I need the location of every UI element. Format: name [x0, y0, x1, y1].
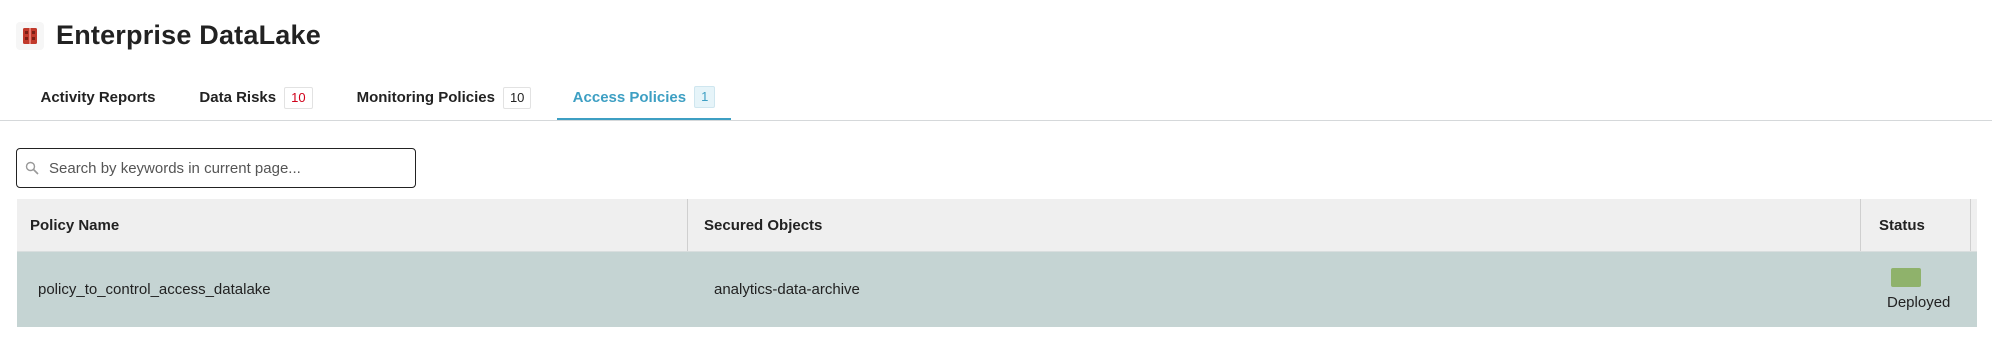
datalake-logo-icon [16, 21, 44, 50]
app-header: Enterprise DataLake [16, 20, 321, 51]
column-header-policy-name[interactable]: Policy Name [30, 199, 690, 251]
search-icon [25, 161, 39, 175]
count-badge: 10 [284, 86, 313, 109]
column-header-status[interactable]: Status [1879, 199, 1979, 251]
tab-activity-reports[interactable]: Activity Reports [24, 76, 172, 119]
tab-label: Data Risks [199, 89, 277, 106]
column-header-secured-objects[interactable]: Secured Objects [704, 199, 1874, 251]
tab-label: Access Policies [572, 88, 687, 106]
tab-label: Activity Reports [40, 89, 156, 106]
status-cell: Deployed [1887, 252, 1987, 327]
tab-monitoring-policies[interactable]: Monitoring Policies 10 [344, 76, 544, 119]
tab-label: Monitoring Policies [356, 89, 495, 106]
tab-bar: Activity Reports Data Risks 10 Monitorin… [0, 76, 1992, 121]
search-field[interactable] [16, 148, 416, 188]
policies-table: Policy Name Secured Objects Status polic… [17, 199, 1977, 327]
policy-name-cell[interactable]: policy_to_control_access_datalake [38, 252, 698, 327]
status-label: Deployed [1887, 294, 1951, 311]
column-divider[interactable] [1970, 199, 1971, 251]
tab-access-policies[interactable]: Access Policies 1 [557, 76, 731, 120]
status-indicator [1891, 268, 1921, 287]
column-divider[interactable] [1860, 199, 1861, 251]
search-input[interactable] [47, 158, 391, 178]
table-row[interactable]: policy_to_control_access_datalake analyt… [17, 251, 1977, 327]
column-divider[interactable] [687, 199, 688, 251]
count-badge: 10 [502, 86, 532, 109]
page-title: Enterprise DataLake [56, 20, 321, 50]
secured-objects-cell: analytics-data-archive [714, 281, 860, 298]
table-header-row: Policy Name Secured Objects Status [17, 199, 1977, 251]
count-badge: 1 [694, 86, 716, 108]
tab-data-risks[interactable]: Data Risks 10 [186, 76, 326, 119]
